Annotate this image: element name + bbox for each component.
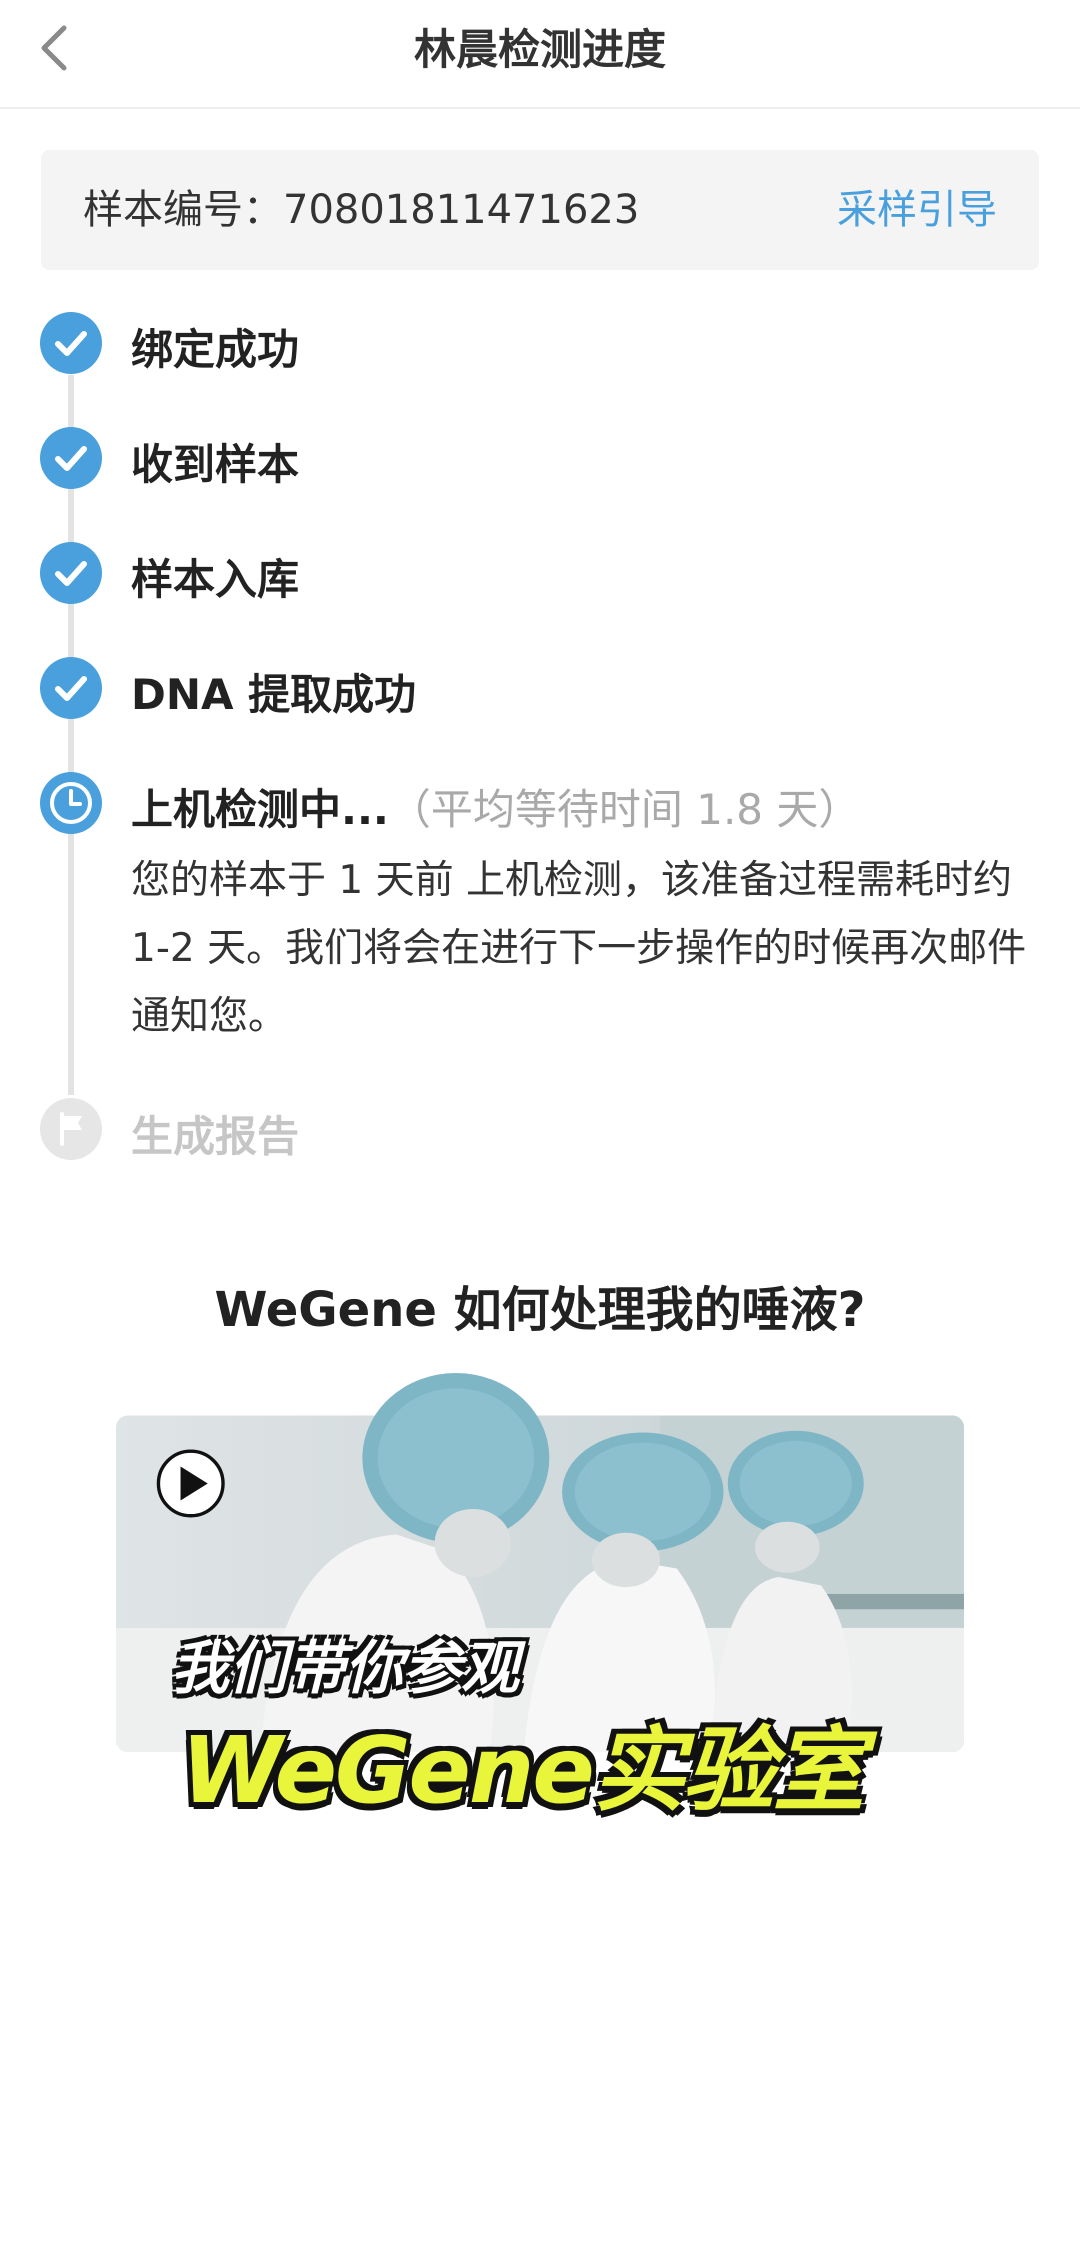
lab-video-thumbnail[interactable]: 我们带你参观 WeGene实验室 [41, 1372, 1039, 1824]
check-circle-icon [40, 312, 102, 374]
average-wait-note: （平均等待时间 1.8 天） [388, 785, 861, 834]
sample-number-card: 样本编号：70801811471623 采样引导 [41, 150, 1039, 270]
check-circle-icon [40, 657, 102, 719]
step-label-bound: 绑定成功 [131, 325, 300, 374]
step-label-report: 生成报告 [131, 1112, 300, 1161]
video-section-title: WeGene 如何处理我的唾液? [214, 1282, 866, 1338]
step-label-dna: DNA 提取成功 [131, 670, 417, 719]
check-circle-icon [40, 542, 102, 604]
top-bar: 林晨检测进度 [0, 0, 1080, 109]
step-description: 您的样本于 1 天前 上机检测，该准备过程需耗时约 1-2 天。我们将会在进行下… [131, 858, 1027, 1039]
step-status-text: 上机检测中... [131, 785, 389, 834]
page-title: 林晨检测进度 [413, 25, 666, 74]
sampling-guide-link[interactable]: 采样引导 [837, 150, 997, 270]
clock-icon [40, 772, 102, 834]
step-label-sequencing: 上机检测中...（平均等待时间 1.8 天） [131, 776, 860, 837]
play-icon [156, 1449, 225, 1518]
video-caption-line1: 我们带你参观 [171, 1634, 520, 1702]
sample-number: 样本编号：70801811471623 [83, 187, 640, 233]
video-caption-line2: WeGene实验室 [181, 1717, 865, 1824]
step-label-stored: 样本入库 [131, 555, 300, 604]
flag-icon [40, 1098, 102, 1160]
check-circle-icon [40, 427, 102, 489]
step-label-received: 收到样本 [131, 440, 300, 489]
